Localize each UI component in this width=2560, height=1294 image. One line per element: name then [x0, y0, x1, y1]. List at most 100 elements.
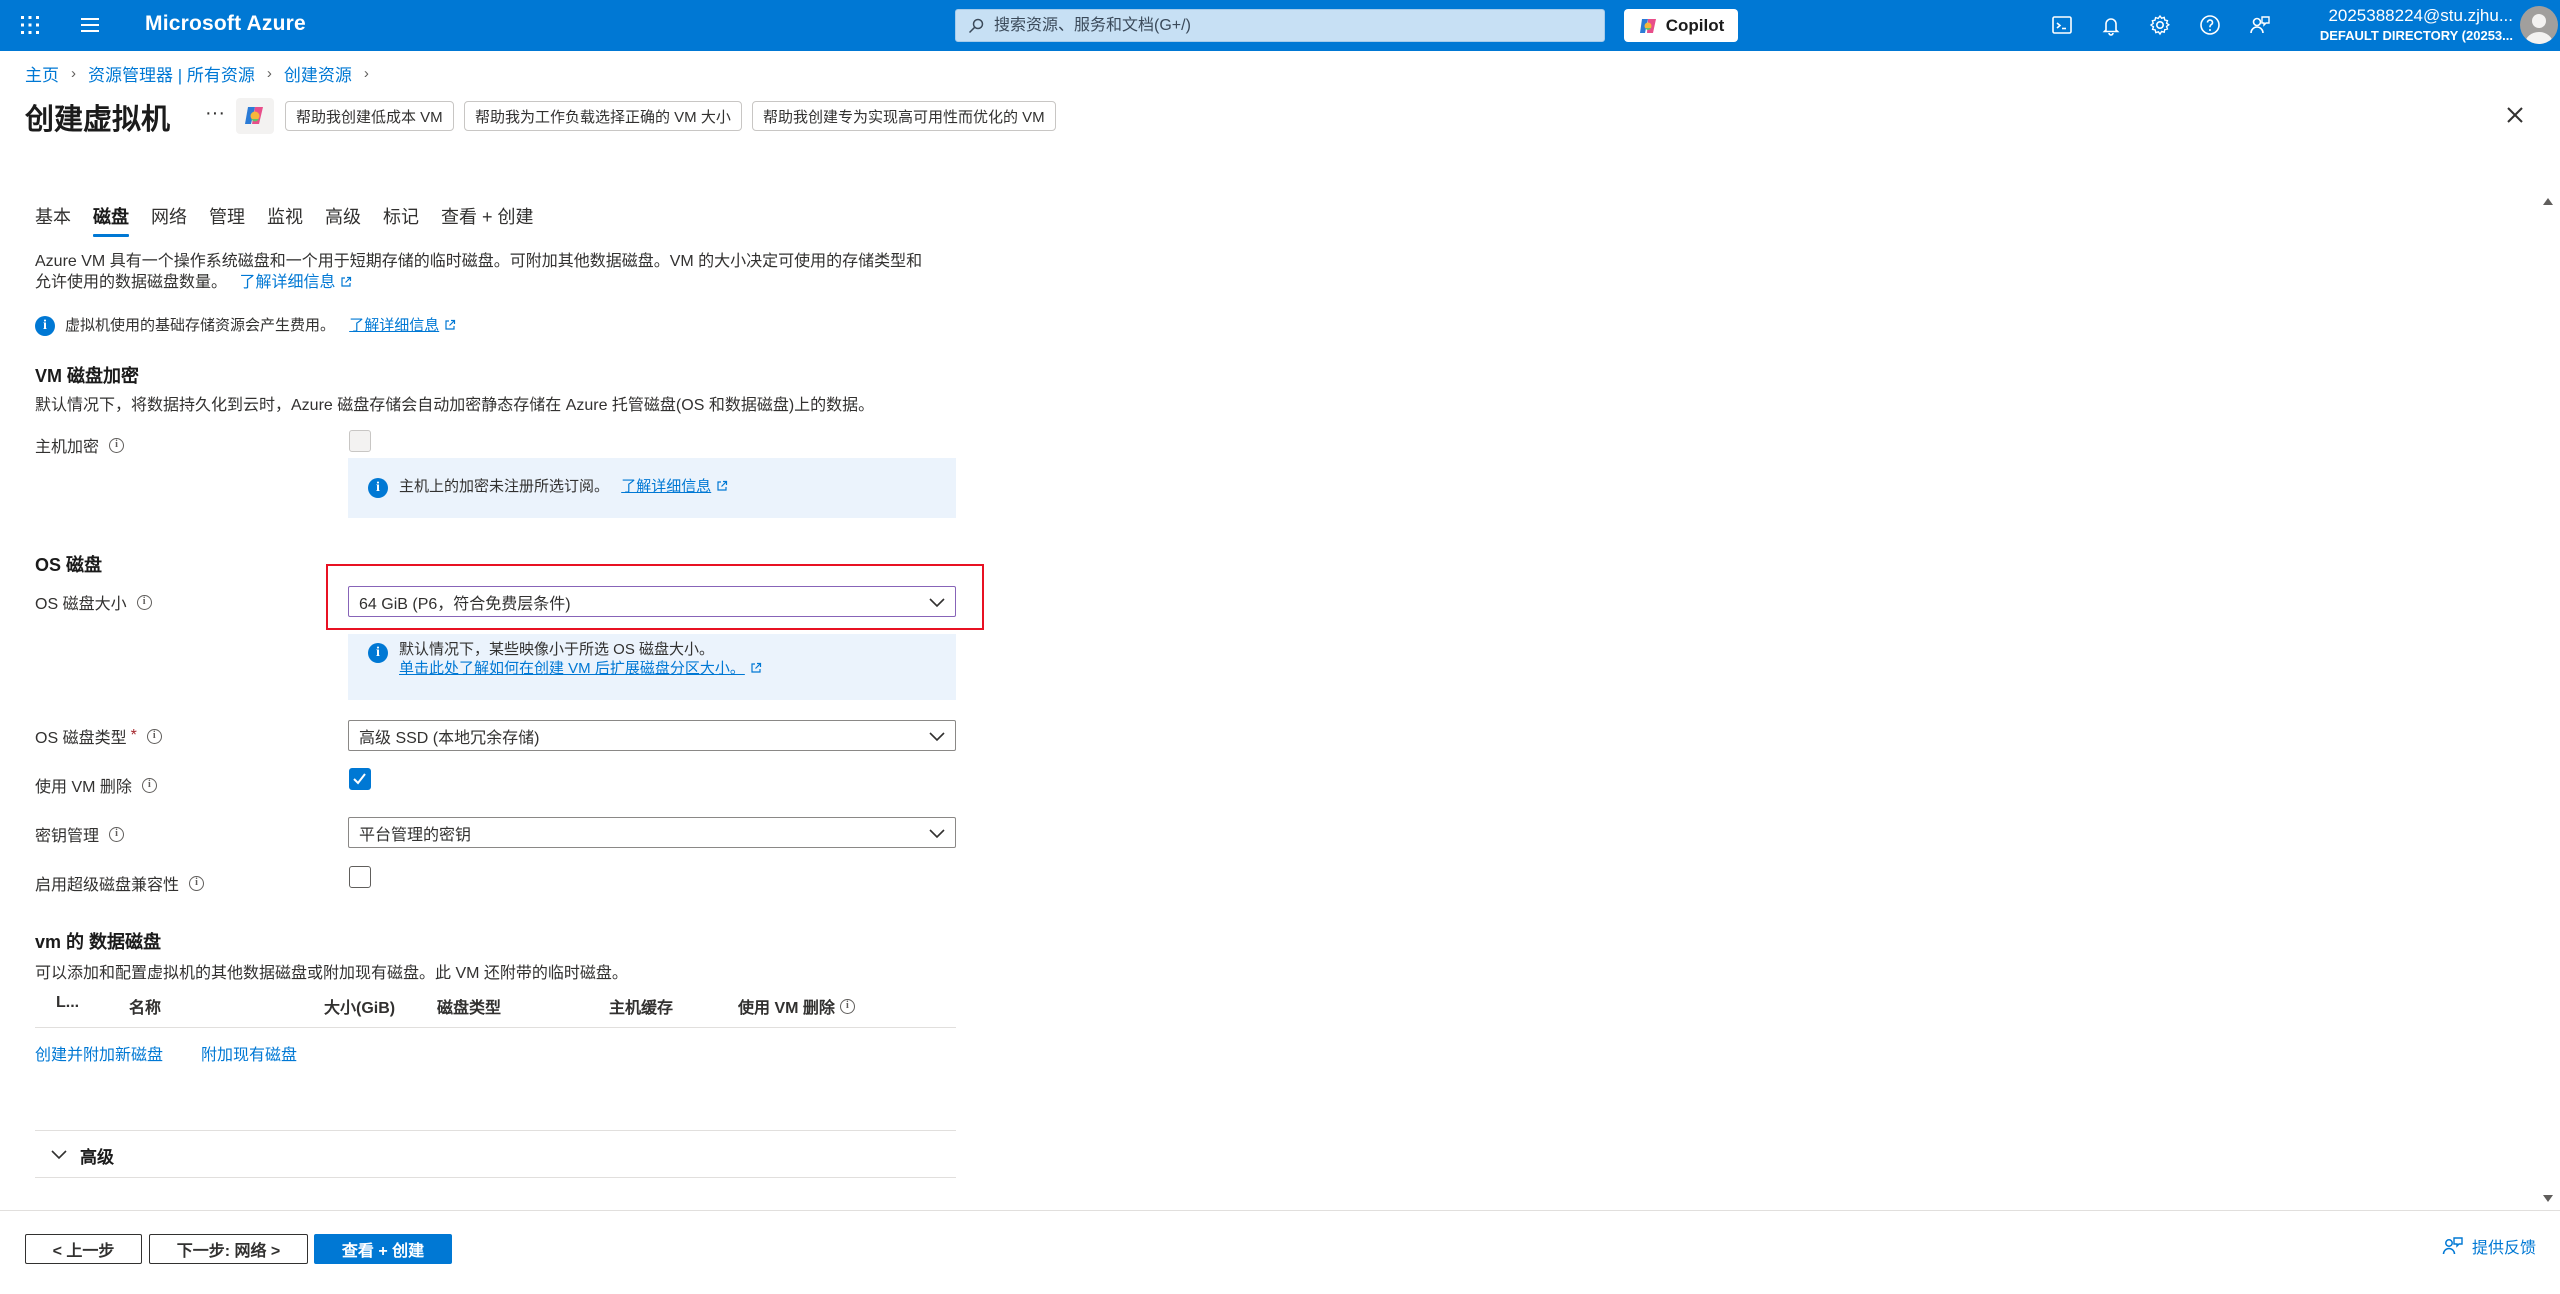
col-delete-with-vm[interactable]: 使用 VM 删除 i	[738, 994, 855, 1018]
advanced-top-divider	[35, 1130, 956, 1131]
os-disk-type-label: OS 磁盘类型 * i	[35, 724, 162, 748]
advanced-bottom-divider	[35, 1177, 956, 1178]
chevron-down-icon	[929, 598, 945, 608]
suggestion-chip-vm-size[interactable]: 帮助我为工作负载选择正确的 VM 大小	[464, 101, 742, 131]
encryption-heading: VM 磁盘加密	[35, 366, 140, 386]
suggestion-chip-low-cost[interactable]: 帮助我创建低成本 VM	[285, 101, 454, 131]
info-icon: i	[368, 643, 388, 663]
external-link-icon	[717, 480, 728, 491]
account-directory: DEFAULT DIRECTORY (20253...	[2319, 28, 2513, 43]
tab-advanced[interactable]: 高级	[325, 203, 361, 237]
breadcrumb-home[interactable]: 主页	[25, 61, 59, 86]
info-tooltip-icon[interactable]: i	[136, 594, 152, 610]
copilot-button[interactable]: Copilot	[1624, 9, 1738, 42]
info-tooltip-icon[interactable]: i	[189, 875, 205, 891]
info-tooltip-icon[interactable]: i	[839, 998, 855, 1014]
close-icon[interactable]	[2502, 102, 2528, 128]
account-menu[interactable]: 2025388224@stu.zjhu... DEFAULT DIRECTORY…	[2308, 6, 2513, 43]
chevron-down-icon	[929, 829, 945, 839]
review-create-button[interactable]: 查看 + 创建	[314, 1234, 452, 1264]
copilot-suggestions-button[interactable]	[236, 98, 274, 134]
info-tooltip-icon[interactable]: i	[109, 437, 125, 453]
info-tooltip-icon[interactable]: i	[141, 777, 157, 793]
chevron-right-icon: ›	[71, 65, 76, 82]
host-encryption-checkbox[interactable]	[349, 430, 371, 452]
ultra-disk-label-text: 启用超级磁盘兼容性	[35, 877, 180, 894]
chevron-down-icon	[51, 1150, 67, 1160]
vertical-scrollbar[interactable]	[2540, 195, 2556, 1205]
tab-networking[interactable]: 网络	[151, 203, 187, 237]
tab-review-create[interactable]: 查看 + 创建	[441, 203, 534, 237]
attach-existing-disk-link[interactable]: 附加现有磁盘	[201, 1041, 297, 1065]
ultra-disk-checkbox[interactable]	[349, 866, 371, 888]
previous-button[interactable]: < 上一步	[25, 1234, 142, 1264]
feedback-button[interactable]: 提供反馈	[2442, 1234, 2536, 1258]
info-tooltip-icon[interactable]: i	[109, 826, 125, 842]
next-networking-button[interactable]: 下一步: 网络 >	[149, 1234, 308, 1264]
help-icon[interactable]	[2198, 13, 2222, 37]
tab-disks[interactable]: 磁盘	[93, 203, 129, 237]
os-disk-type-dropdown[interactable]: 高级 SSD (本地冗余存储)	[348, 720, 956, 751]
cloud-shell-icon[interactable]	[2050, 13, 2074, 37]
scroll-down-icon[interactable]	[2543, 1195, 2553, 1202]
cost-info: 虚拟机使用的基础存储资源会产生费用。 了解详细信息	[65, 315, 456, 336]
advanced-section-toggle[interactable]: 高级	[35, 1141, 956, 1169]
key-management-label: 密钥管理 i	[35, 822, 125, 846]
suggestion-chip-high-availability[interactable]: 帮助我创建专为实现高可用性而优化的 VM	[752, 101, 1056, 131]
notifications-bell-icon[interactable]	[2099, 13, 2123, 37]
host-encryption-label-text: 主机加密	[35, 439, 100, 456]
scroll-up-icon[interactable]	[2543, 198, 2553, 205]
footer-divider	[0, 1210, 2560, 1211]
os-disk-size-dropdown[interactable]: 64 GiB (P6，符合免费层条件)	[348, 586, 956, 617]
expand-partition-link[interactable]: 单击此处了解如何在创建 VM 后扩展磁盘分区大小。	[399, 660, 745, 677]
feedback-icon	[2442, 1237, 2463, 1255]
app-launcher-icon[interactable]	[20, 15, 40, 35]
avatar[interactable]	[2520, 6, 2558, 44]
os-disk-type-value: 高级 SSD (本地冗余存储)	[359, 729, 540, 747]
tab-monitoring[interactable]: 监视	[267, 203, 303, 237]
settings-gear-icon[interactable]	[2148, 13, 2172, 37]
create-attach-disk-link[interactable]: 创建并附加新磁盘	[35, 1041, 163, 1065]
intro-line-2: 允许使用的数据磁盘数量。	[35, 274, 228, 291]
search-input[interactable]	[992, 10, 1592, 41]
host-encryption-learn-more-label: 了解详细信息	[621, 478, 712, 495]
breadcrumb-resource-explorer[interactable]: 资源管理器 | 所有资源	[88, 61, 255, 86]
host-encryption-learn-more-link[interactable]: 了解详细信息	[621, 478, 711, 495]
data-disks-heading: vm 的 数据磁盘	[35, 932, 162, 952]
global-search[interactable]	[955, 9, 1605, 42]
portal-brand[interactable]: Microsoft Azure	[145, 12, 306, 36]
col-delete-with-vm-label: 使用 VM 删除	[738, 1000, 835, 1017]
breadcrumb-create-resource[interactable]: 创建资源	[284, 61, 352, 86]
menu-icon[interactable]	[80, 16, 100, 34]
external-link-icon	[341, 276, 352, 287]
os-disk-type-label-text: OS 磁盘类型	[35, 730, 127, 747]
info-icon: i	[368, 478, 388, 498]
chevron-right-icon: ›	[363, 65, 369, 82]
key-management-value: 平台管理的密钥	[359, 826, 472, 844]
copilot-label: Copilot	[1665, 15, 1725, 35]
feedback-icon[interactable]	[2248, 13, 2272, 37]
key-management-dropdown[interactable]: 平台管理的密钥	[348, 817, 956, 848]
col-lun[interactable]: L...	[56, 994, 79, 1012]
more-options-button[interactable]: ···	[205, 102, 225, 125]
external-link-icon	[751, 662, 761, 673]
os-disk-size-value: 64 GiB (P6，符合免费层条件)	[359, 595, 571, 613]
tab-basics[interactable]: 基本	[35, 203, 71, 237]
table-divider	[35, 1027, 956, 1028]
wizard-tabs: 基本 磁盘 网络 管理 监视 高级 标记 查看 + 创建	[35, 203, 556, 237]
intro-learn-more-link[interactable]: 了解详细信息	[239, 274, 352, 291]
col-host-caching[interactable]: 主机缓存	[609, 994, 673, 1018]
intro-learn-more-label: 了解详细信息	[239, 274, 336, 291]
os-disk-size-label: OS 磁盘大小 i	[35, 590, 152, 614]
delete-with-vm-checkbox[interactable]	[349, 768, 371, 790]
delete-with-vm-label-text: 使用 VM 删除	[35, 779, 132, 796]
copilot-icon	[245, 107, 263, 124]
tab-tags[interactable]: 标记	[383, 203, 419, 237]
tab-management[interactable]: 管理	[209, 203, 245, 237]
col-size[interactable]: 大小(GiB)	[324, 994, 395, 1018]
required-marker: *	[130, 727, 137, 744]
col-disk-type[interactable]: 磁盘类型	[437, 994, 501, 1018]
col-name[interactable]: 名称	[129, 994, 161, 1018]
cost-learn-more-link[interactable]: 了解详细信息	[349, 317, 439, 334]
info-tooltip-icon[interactable]: i	[146, 728, 162, 744]
